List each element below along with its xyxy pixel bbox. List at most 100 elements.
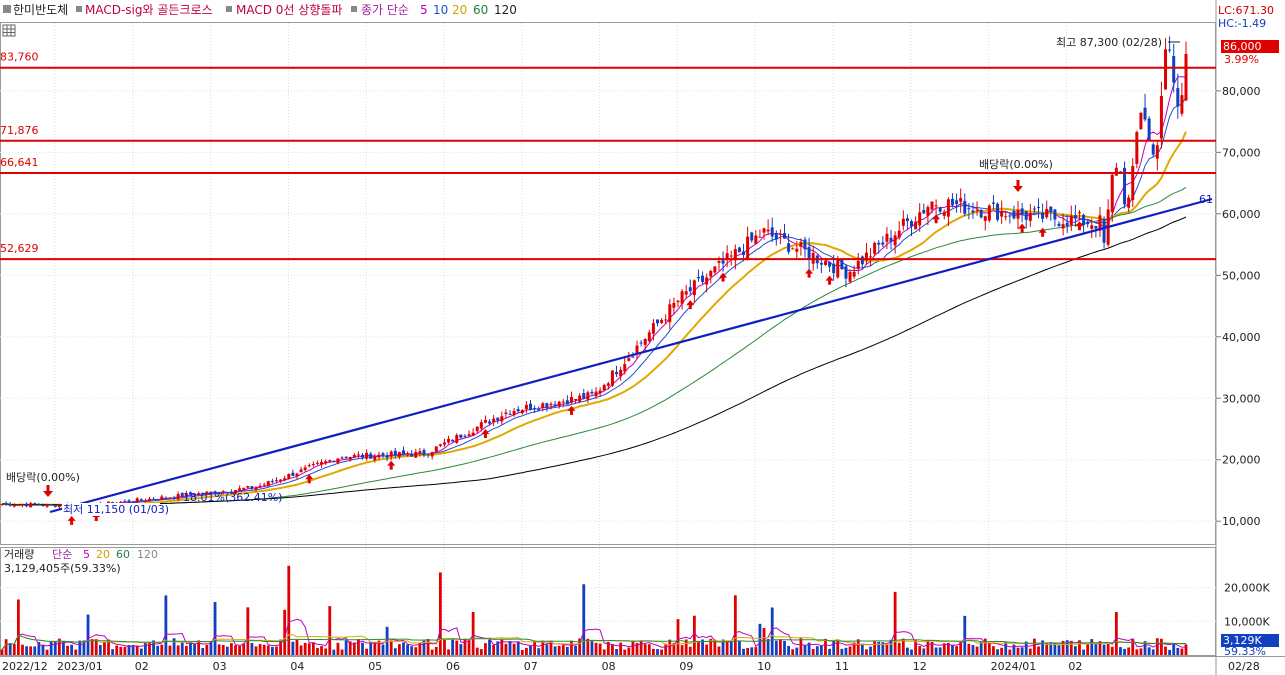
candle-body	[799, 241, 803, 247]
candle-body	[16, 504, 20, 506]
x-axis-label: 2022/12	[2, 660, 48, 673]
volume-bar	[815, 646, 819, 655]
volume-bar	[525, 647, 528, 655]
toolbar-stock-name[interactable]: 한미반도체	[13, 3, 68, 17]
volume-bar	[869, 646, 872, 655]
candle-body	[623, 364, 627, 372]
volume-bar	[393, 648, 397, 655]
candle-body	[918, 212, 922, 226]
volume-bar	[369, 641, 373, 655]
volume-bar	[213, 602, 217, 655]
volume-bar	[336, 642, 340, 655]
volume-bar	[324, 648, 328, 655]
volume-bar	[897, 642, 901, 655]
toolbar-ma-prefix[interactable]: 종가 단순	[361, 3, 409, 17]
candle-body	[938, 207, 942, 212]
candle-body	[783, 233, 787, 239]
table-toggle-icon[interactable]	[2, 24, 16, 37]
volume-bar	[4, 639, 8, 655]
volume-bar	[774, 640, 778, 655]
volume-bar	[856, 639, 860, 655]
candle-body	[488, 421, 492, 424]
candle-body	[533, 408, 537, 410]
candle-body	[340, 457, 344, 459]
candle-body	[1020, 208, 1024, 215]
volume-bar	[451, 638, 455, 655]
volume-bar	[29, 646, 33, 655]
candle-body	[905, 218, 909, 222]
candle-body	[25, 503, 29, 507]
volume-bar	[565, 646, 569, 655]
candle-body	[1000, 210, 1004, 217]
candle-body	[934, 205, 938, 207]
candle-body	[1061, 224, 1065, 229]
volume-bar	[328, 606, 332, 655]
candle-body	[1077, 212, 1081, 214]
volume-bar	[25, 646, 28, 655]
volume-bar	[402, 642, 405, 655]
candle-body	[656, 319, 660, 324]
candle-body	[569, 396, 573, 403]
toolbar-indicator-macd-zero[interactable]: MACD 0선 상향돌파	[236, 3, 342, 17]
volume-bar	[303, 642, 307, 655]
y-tick-label: 60,000	[1222, 208, 1261, 221]
volume-legend-ma-60: 60	[116, 548, 130, 561]
candle-body	[1155, 145, 1159, 159]
toolbar-ma-10: 10	[433, 3, 448, 17]
candle-body	[143, 500, 147, 502]
toolbar-indicator-macd-sig[interactable]: MACD-sig와 골든크로스	[85, 3, 213, 17]
volume-bar	[74, 649, 78, 655]
candle-body	[897, 230, 901, 238]
candle-body	[606, 383, 610, 386]
volume-bar	[824, 638, 827, 655]
candle-body	[246, 486, 250, 488]
volume-bar	[1176, 647, 1180, 655]
candle-body	[643, 338, 647, 345]
candle-body	[147, 498, 151, 502]
candle-body	[451, 439, 455, 442]
volume-bar	[1110, 646, 1114, 655]
volume-bar	[1016, 647, 1020, 655]
volume-bar	[1106, 643, 1110, 655]
candle-body	[598, 390, 602, 394]
volume-bar	[660, 649, 663, 655]
volume-bar	[381, 644, 385, 655]
volume-bar	[459, 644, 463, 655]
volume-bar	[791, 649, 795, 655]
volume-bar	[475, 647, 479, 655]
candle-body	[582, 393, 586, 399]
y-tick-label: 20,000	[1222, 454, 1261, 467]
candle-body	[328, 460, 332, 462]
candle-body	[365, 452, 369, 459]
candle-body	[574, 398, 578, 400]
volume-bar	[430, 649, 434, 655]
volume-bar	[193, 643, 196, 655]
candle-body	[516, 409, 520, 412]
candle-body	[37, 504, 41, 506]
volume-bar	[160, 644, 164, 655]
candle-body	[901, 218, 905, 226]
gain-annotation: 18.01%(362.41%)	[183, 491, 282, 504]
volume-bar	[717, 646, 721, 655]
candle-body	[127, 500, 131, 503]
candle-body	[389, 451, 393, 457]
volume-bar	[1114, 612, 1118, 655]
volume-bar	[688, 646, 692, 655]
volume-bar	[1139, 648, 1143, 655]
volume-bar	[250, 643, 254, 655]
candle-body	[746, 236, 750, 259]
candle-body	[336, 458, 340, 464]
volume-bar	[865, 649, 868, 655]
volume-bar	[840, 648, 844, 655]
x-axis-label: 02	[1068, 660, 1082, 673]
volume-bar	[1184, 644, 1188, 655]
volume-legend-ma-prefix: 단순	[52, 548, 72, 561]
candle-body	[963, 200, 967, 214]
candle-body	[967, 208, 971, 210]
x-axis-label: 09	[679, 660, 693, 673]
y-tick-label: 10,000	[1222, 515, 1261, 528]
volume-bar	[1037, 646, 1040, 655]
candle-body	[438, 444, 442, 446]
candle-body	[1164, 49, 1168, 90]
candle-body	[1114, 167, 1118, 176]
